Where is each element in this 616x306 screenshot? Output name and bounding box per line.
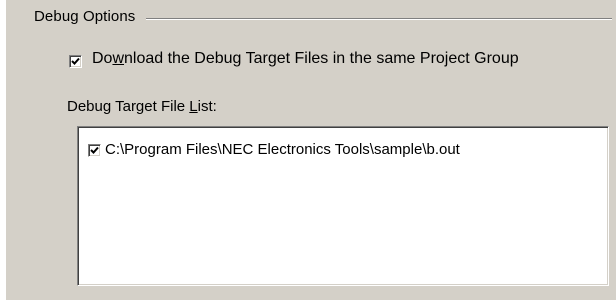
download-target-files-label[interactable]: Download the Debug Target Files in the s… xyxy=(92,50,519,68)
debug-target-file-listbox[interactable]: C:\Program Files\NEC Electronics Tools\s… xyxy=(77,126,609,286)
download-target-files-checkbox[interactable] xyxy=(69,55,82,68)
group-title: Debug Options xyxy=(34,8,136,25)
group-box-divider xyxy=(146,18,612,20)
debug-options-panel: Debug Options Download the Debug Target … xyxy=(6,0,616,300)
debug-target-file-list-label: Debug Target File List: xyxy=(67,98,217,115)
checkmark-icon xyxy=(90,146,99,154)
list-item-label: C:\Program Files\NEC Electronics Tools\s… xyxy=(105,141,460,158)
checkmark-icon xyxy=(71,57,80,65)
list-item-checkbox[interactable] xyxy=(88,144,101,157)
